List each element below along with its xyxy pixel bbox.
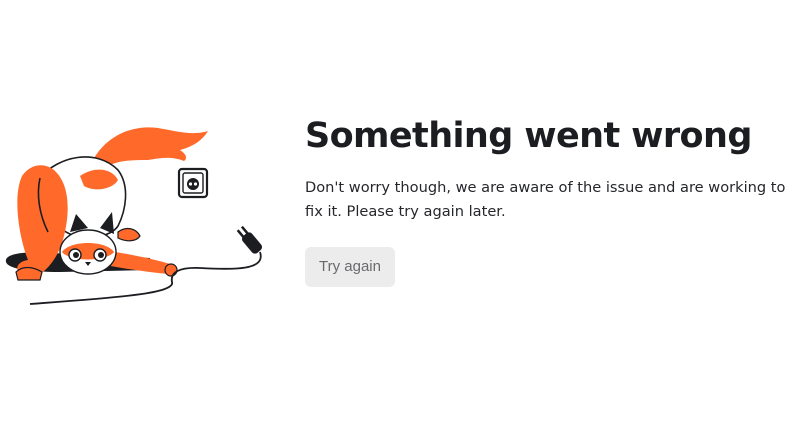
wall-socket: [177, 167, 209, 199]
try-again-button[interactable]: Try again: [305, 247, 395, 287]
unplugged-cat-illustration: [0, 120, 280, 310]
error-page: Something went wrong Don't worry though,…: [0, 0, 800, 430]
cat-upper-paw: [117, 227, 141, 242]
error-title: Something went wrong: [305, 116, 752, 156]
cat-hind-foot: [15, 266, 43, 281]
cat-pupil-left: [73, 252, 79, 258]
cat-pupil-right: [98, 252, 104, 258]
error-content: Something went wrong Don't worry though,…: [305, 112, 795, 287]
cat-front-paw: [164, 263, 178, 277]
power-plug: [236, 225, 263, 254]
error-message: Don't worry though, we are aware of the …: [305, 179, 786, 220]
